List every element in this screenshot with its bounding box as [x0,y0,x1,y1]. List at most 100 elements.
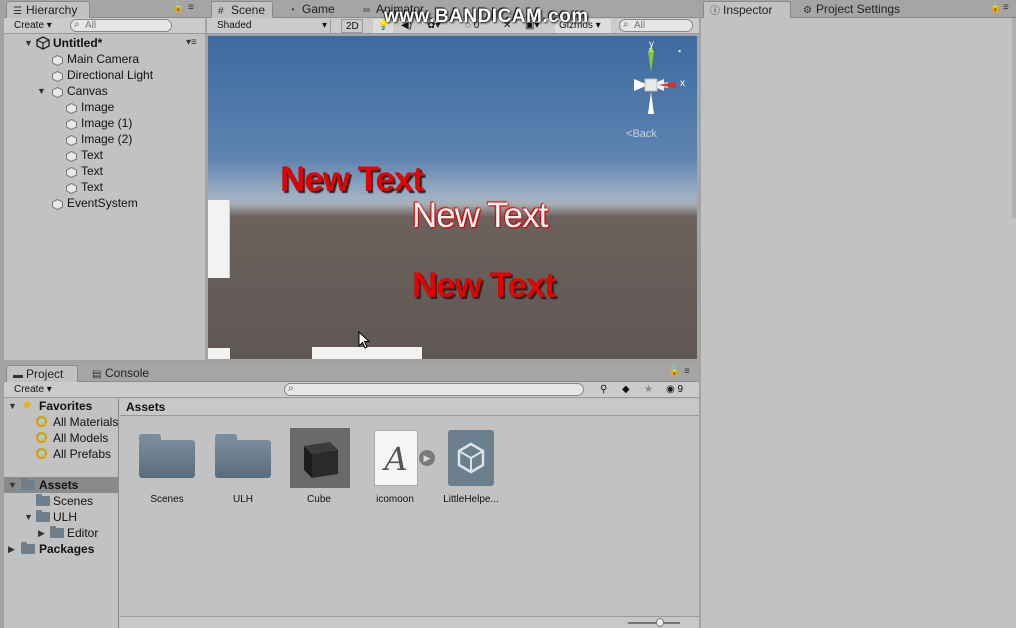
tab-project-settings[interactable]: ⚙ Project Settings [797,1,906,18]
pacman-icon: ◔ [289,5,296,16]
hierarchy-item[interactable]: Image (1) [4,115,205,131]
scene-viewport[interactable]: New Text New Text New Text y x ▪ <Back [208,36,697,359]
gameobject-icon [52,70,63,83]
favorites-row[interactable]: ▼ ★ Favorites [4,397,118,414]
favorites-button[interactable]: ★ [640,383,658,397]
expand-arrow-icon[interactable]: ▼ [8,477,17,493]
white-ui-image [208,200,230,278]
hidden-packages-button[interactable]: ◉ 9 [662,383,692,397]
zoom-slider-track[interactable] [628,622,680,624]
breadcrumb-assets[interactable]: Assets [126,400,165,414]
expand-arrow-icon[interactable]: ▼ [24,35,33,51]
hierarchy-item[interactable]: Image [4,99,205,115]
axis-gizmo-icon [634,46,676,114]
lock-icon[interactable]: 🔒 [989,2,1001,13]
gameobject-icon [66,166,77,179]
cube-preview [290,428,350,488]
folder-icon [50,526,64,538]
gameobject-icon [52,198,63,211]
hierarchy-item[interactable]: Text [4,147,205,163]
expand-arrow-icon[interactable]: ▼ [37,83,46,99]
hierarchy-item[interactable]: Text [4,179,205,195]
tab-menu-icon[interactable]: ≡ [188,2,194,13]
project-tabbar: ▬ Project ▤ Console 🔒 ≡ [4,364,699,382]
scene-root-row[interactable]: ▼ Untitled* ▾≡ [4,35,205,51]
lock-icon[interactable]: 🔒 [668,366,680,377]
hierarchy-create-button[interactable]: Create ▾ [10,19,58,33]
2d-mode-button[interactable]: 2D [341,19,363,33]
gameobject-icon [66,150,77,163]
hierarchy-item[interactable]: EventSystem [4,195,205,211]
scene-text-3[interactable]: New Text [412,266,556,306]
tab-console[interactable]: ▤ Console [86,365,155,382]
tree-folder-row[interactable]: ▼ ULH [4,509,118,525]
hierarchy-item[interactable]: Main Camera [4,51,205,67]
gameobject-icon [66,102,77,115]
hierarchy-item[interactable]: Directional Light [4,67,205,83]
scene-text-1[interactable]: New Text [280,160,424,200]
expand-asset-button[interactable]: ▶ [419,450,435,466]
white-ui-image [208,348,230,359]
hierarchy-tabbar: ☰ Hierarchy 🔒 ≡ [4,0,205,18]
tree-folder-row[interactable]: ▶ Editor [4,525,118,541]
tab-game[interactable]: ◔ Game [283,1,341,18]
hierarchy-item[interactable]: ▼ Canvas [4,83,205,99]
expand-arrow-icon[interactable]: ▼ [24,509,33,525]
gameobject-icon [66,118,77,131]
unity-logo-icon [448,430,494,486]
folder-icon [36,510,50,522]
lock-icon[interactable]: 🔒 [172,2,184,13]
tree-folder-row[interactable]: Scenes [4,493,118,509]
favorite-item[interactable]: All Models [4,430,118,446]
type-filter-icon: ⚲ [600,384,608,395]
hierarchy-item[interactable]: Image (2) [4,131,205,147]
scene-menu-icon[interactable]: ▾≡ [186,35,197,51]
project-create-button[interactable]: Create ▾ [10,383,60,397]
chevron-down-icon: ▾ [321,20,327,31]
inspector-scrollbar[interactable] [1012,18,1016,218]
expand-arrow-icon[interactable]: ▼ [8,398,17,414]
shading-mode-dropdown[interactable]: Shaded ▾ [213,19,331,33]
inspector-tabbar: ⓘ Inspector ⚙ Project Settings 🔒 ≡ [701,0,1016,18]
tree-assets-row[interactable]: ▼ Assets [4,477,118,493]
folder-icon [36,494,50,506]
folder-icon [215,434,271,478]
folder-icon [21,478,35,490]
gameobject-icon [66,182,77,195]
scene-name: Untitled* [53,36,103,50]
favorite-item[interactable]: All Prefabs [4,446,118,462]
tab-project[interactable]: ▬ Project [6,365,78,382]
gameobject-icon [52,54,63,67]
animator-icon: ∞ [363,5,371,16]
search-icon: ⌕ [74,19,80,30]
search-icon [36,448,47,459]
scene-text-2[interactable]: New Text [412,196,548,236]
collapsed-arrow-icon[interactable]: ▶ [8,541,15,557]
project-search-input[interactable]: ⌕ [284,383,584,396]
search-by-label-button[interactable]: ◆ [618,383,636,397]
hierarchy-toolbar: Create ▾ ⌕ All [4,18,205,34]
scene-search-input[interactable]: ⌕ All [619,19,693,32]
bandicam-watermark: www.BANDICAM.com [384,6,589,27]
hierarchy-search-input[interactable]: ⌕ All [70,19,172,32]
eye-off-icon: ◉ [666,384,675,395]
gameobject-icon [52,86,63,99]
tab-scene[interactable]: # Scene [211,1,273,18]
tab-hierarchy[interactable]: ☰ Hierarchy [6,1,90,18]
zoom-slider-handle[interactable] [656,618,664,627]
star-icon: ★ [21,397,33,412]
search-by-type-button[interactable]: ⚲ [596,383,614,397]
search-icon: ⌕ [623,19,629,30]
favorite-item[interactable]: All Materials [4,414,118,430]
inspector-panel: ⓘ Inspector ⚙ Project Settings 🔒 ≡ [701,0,1016,628]
tab-menu-icon[interactable]: ≡ [1003,2,1009,13]
tab-inspector[interactable]: ⓘ Inspector [703,1,791,18]
lock-icon[interactable]: ▪ [678,46,681,56]
project-toolbar: Create ▾ ⌕ ⚲ ◆ ★ ◉ 9 [4,382,699,398]
collapsed-arrow-icon[interactable]: ▶ [38,525,45,541]
tab-menu-icon[interactable]: ≡ [684,366,690,377]
tree-packages-row[interactable]: ▶ Packages [4,541,118,557]
hierarchy-item[interactable]: Text [4,163,205,179]
project-tree: ▼ ★ Favorites All Materials All Models A… [4,397,119,628]
orientation-gizmo[interactable]: y x ▪ <Back [616,39,686,140]
